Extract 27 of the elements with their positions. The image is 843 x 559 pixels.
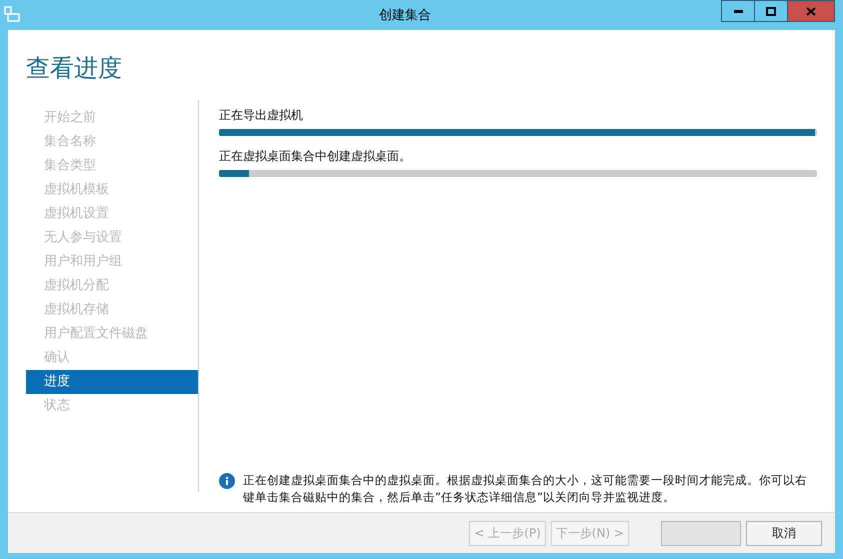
minimize-button[interactable]: [721, 0, 755, 22]
wizard-step[interactable]: 确认: [26, 346, 198, 370]
maximize-icon: [766, 6, 776, 16]
page-heading: 查看进度: [25, 53, 123, 84]
wizard-step[interactable]: 虚拟机分配: [26, 274, 198, 298]
close-icon: [806, 6, 816, 16]
info-icon: [219, 473, 235, 489]
wizard-button[interactable]: 取消: [746, 520, 822, 546]
info-message: 正在创建虚拟桌面集合中的虚拟桌面。根据虚拟桌面集合的大小，这可能需要一段时间才能完成。你可以右键单击集合磁贴中的集合，然后单击”任务状态详细信息”以关闭向导并监视进度。: [243, 472, 808, 506]
wizard-step[interactable]: 集合类型: [26, 154, 198, 178]
window-title: 创建集合: [378, 7, 432, 24]
wizard-step[interactable]: 虚拟机模板: [26, 178, 198, 202]
wizard-step[interactable]: 虚拟机存储: [26, 298, 198, 322]
wizard-step[interactable]: 虚拟机设置: [26, 202, 198, 226]
task-label: 正在虚拟桌面集合中创建虚拟桌面。: [219, 148, 412, 165]
wizard-step[interactable]: 进度: [26, 370, 198, 394]
wizard-step[interactable]: 用户和用户组: [26, 250, 198, 274]
maximize-button[interactable]: [754, 0, 788, 22]
task-label: 正在导出虚拟机: [219, 107, 304, 124]
wizard-step[interactable]: 无人参与设置: [26, 226, 198, 250]
wizard-step[interactable]: 用户配置文件磁盘: [26, 322, 198, 346]
wizard-step[interactable]: 状态: [26, 394, 198, 418]
close-button[interactable]: [787, 0, 835, 22]
app-icon: [4, 6, 20, 22]
minimize-icon: [734, 10, 742, 12]
wizard-step[interactable]: 开始之前: [26, 106, 198, 130]
wizard-step[interactable]: 集合名称: [26, 130, 198, 154]
